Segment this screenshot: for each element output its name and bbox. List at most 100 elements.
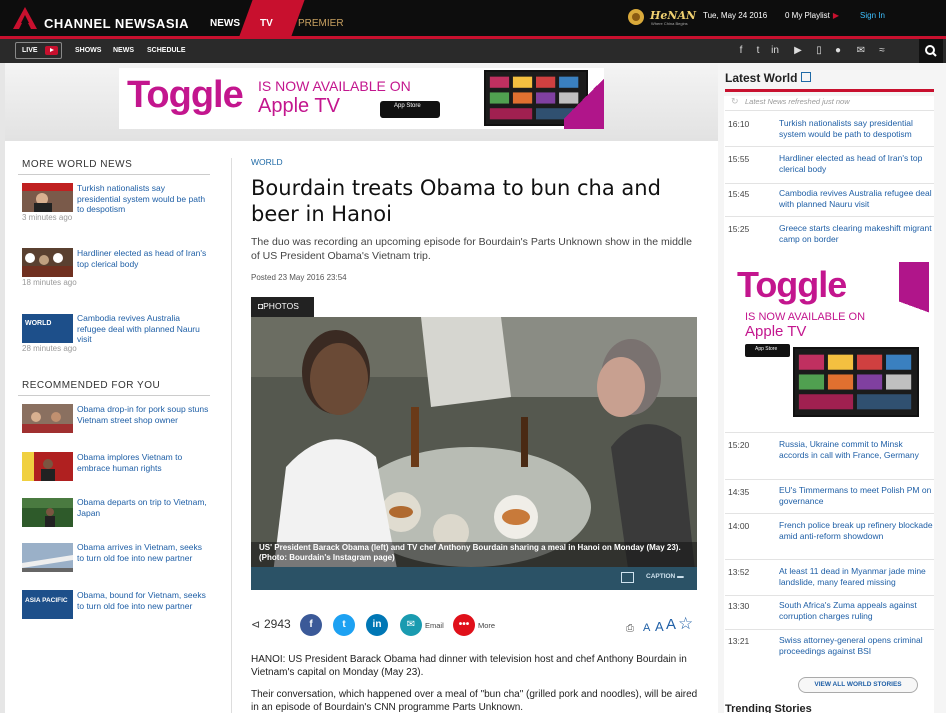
email-icon[interactable]: ✉ [855, 45, 867, 56]
story-time: 15:20 [728, 440, 750, 450]
live-play-icon [45, 46, 58, 55]
news-time: 18 minutes ago [22, 278, 77, 287]
story-time: 16:10 [728, 119, 750, 129]
thumb-label: WORLD [25, 320, 52, 327]
email-share-button[interactable]: ✉ [400, 614, 422, 636]
story-link[interactable]: Cambodia revives Australia refugee deal … [779, 188, 934, 210]
more-world-news-heading: MORE WORLD NEWS [22, 159, 133, 170]
play-arrow-icon: ▶ [832, 11, 840, 20]
trending-stories-heading: Trending Stories [725, 703, 812, 713]
subnav-shows[interactable]: SHOWS [75, 47, 101, 54]
recommended-link[interactable]: Obama drop-in for pork soup stuns Vietna… [77, 404, 209, 425]
nav-tv[interactable]: TV [260, 18, 273, 29]
story-link[interactable]: Turkish nationalists say presidential sy… [779, 118, 934, 140]
latest-world-heading[interactable]: Latest World [725, 71, 797, 85]
news-thumbnail[interactable] [22, 183, 73, 212]
story-time: 14:35 [728, 487, 750, 497]
story-link[interactable]: EU's Timmermans to meet Polish PM on gov… [779, 485, 934, 507]
fullscreen-icon[interactable] [621, 572, 634, 583]
story-link[interactable]: Greece starts clearing makeshift migrant… [779, 223, 934, 245]
thumb-label: ASIA PACIFIC [25, 597, 68, 604]
more-news-link[interactable]: Cambodia revives Australia refugee deal … [77, 313, 209, 345]
app-store-label: App Store [755, 346, 778, 352]
search-button[interactable] [919, 39, 943, 63]
tv-screen-graphic [793, 347, 919, 417]
ad-line2: Apple TV [745, 323, 807, 340]
twitter-icon[interactable]: t [752, 45, 764, 56]
refresh-icon[interactable]: ↻ [731, 96, 739, 107]
world-thumbnail[interactable]: WORLD [22, 314, 73, 343]
font-size-large[interactable]: A [666, 616, 676, 633]
print-icon[interactable]: ⎙ [626, 623, 634, 634]
news-thumbnail[interactable] [22, 248, 73, 277]
asia-pacific-thumbnail[interactable]: ASIA PACIFIC [22, 590, 73, 619]
rec-thumbnail[interactable] [22, 452, 73, 481]
recommended-link[interactable]: Obama, bound for Vietnam, seeks to turn … [77, 590, 209, 611]
toggle-logo: Toggle [737, 264, 847, 305]
story-link[interactable]: Swiss attorney-general opens criminal pr… [779, 635, 934, 657]
recommended-link[interactable]: Obama departs on trip to Vietnam, Japan [77, 497, 209, 518]
linkedin-icon[interactable]: in [769, 45, 781, 56]
subnav-schedule[interactable]: SCHEDULE [147, 47, 186, 54]
story-time: 13:52 [728, 567, 750, 577]
story-link[interactable]: South Africa's Zuma appeals against corr… [779, 600, 934, 622]
caption-toggle-button[interactable]: CAPTION ▬ [646, 573, 684, 580]
subnav-news[interactable]: NEWS [113, 47, 134, 54]
youtube-icon[interactable]: ▶ [792, 45, 804, 56]
more-share-label[interactable]: More [478, 621, 495, 630]
article-category[interactable]: WORLD [251, 157, 283, 167]
rss-icon[interactable]: ≈ [876, 45, 888, 56]
refresh-note: Latest News refreshed just now [745, 97, 850, 106]
news-time: 28 minutes ago [22, 344, 77, 353]
rec-thumbnail[interactable] [22, 498, 73, 527]
divider [18, 174, 210, 175]
article-paragraph: HANOI: US President Barack Obama had din… [251, 654, 687, 678]
toggle-ad-banner[interactable]: Toggle IS NOW AVAILABLE ON Apple TV App … [119, 68, 604, 129]
recommended-link[interactable]: Obama implores Vietnam to embrace human … [77, 452, 209, 473]
more-news-link[interactable]: Turkish nationalists say presidential sy… [77, 183, 209, 215]
chat-icon[interactable]: ● [832, 45, 844, 56]
linkedin-share-button[interactable]: in [366, 614, 388, 636]
top-header: CHANNEL NEWSASIA NEWS TV PREMIER HeNAN W… [0, 0, 946, 36]
font-size-medium[interactable]: A [655, 619, 664, 634]
sign-in-link[interactable]: Sign In [860, 11, 885, 20]
brand-name[interactable]: CHANNEL NEWSASIA [44, 16, 189, 31]
ad-line1: IS NOW AVAILABLE ON [745, 311, 866, 323]
facebook-icon: f [309, 619, 313, 630]
facebook-share-button[interactable]: f [300, 614, 322, 636]
email-icon: ✉ [406, 619, 416, 630]
story-link[interactable]: Russia, Ukraine commit to Minsk accords … [779, 439, 934, 461]
heading-accent-line [725, 89, 934, 92]
nav-premier[interactable]: PREMIER [298, 18, 344, 29]
my-playlist-link[interactable]: 0 My Playlist ▶ [785, 11, 839, 20]
nav-news[interactable]: NEWS [210, 18, 240, 29]
cna-logo-icon[interactable] [12, 6, 38, 30]
more-news-link[interactable]: Hardliner elected as head of Iran's top … [77, 248, 209, 269]
view-all-world-stories-button[interactable]: VIEW ALL WORLD STORIES [798, 677, 918, 693]
live-button[interactable]: LIVE [15, 42, 62, 59]
facebook-icon[interactable]: f [735, 45, 747, 56]
recommended-link[interactable]: Obama arrives in Vietnam, seeks to turn … [77, 542, 209, 563]
email-share-label[interactable]: Email [425, 621, 444, 630]
article-headline: Bourdain treats Obama to bun cha and bee… [251, 176, 661, 226]
app-store-badge: App Store [745, 344, 790, 357]
more-share-button[interactable]: ••• [453, 614, 475, 636]
current-date: Tue, May 24 2016 [703, 11, 768, 20]
ad-corner-decoration [899, 262, 929, 352]
photos-tab[interactable]: ◘PHOTOS [251, 297, 314, 317]
share-count: 2943 [264, 617, 291, 631]
twitter-share-button[interactable]: t [333, 614, 355, 636]
story-link[interactable]: French police break up refinery blockade… [779, 520, 934, 542]
bookmark-star-icon[interactable]: ☆ [678, 614, 693, 634]
story-time: 15:55 [728, 154, 750, 164]
font-size-small[interactable]: A [643, 622, 650, 634]
rec-thumbnail[interactable] [22, 543, 73, 572]
story-time: 14:00 [728, 521, 750, 531]
search-icon [925, 45, 937, 57]
external-link-icon[interactable] [801, 72, 811, 82]
rec-thumbnail[interactable] [22, 404, 73, 433]
recommended-heading: RECOMMENDED FOR YOU [22, 380, 161, 391]
story-link[interactable]: Hardliner elected as head of Iran's top … [779, 153, 934, 175]
story-link[interactable]: At least 11 dead in Myanmar jade mine la… [779, 566, 934, 588]
mobile-icon[interactable]: ▯ [813, 45, 825, 56]
